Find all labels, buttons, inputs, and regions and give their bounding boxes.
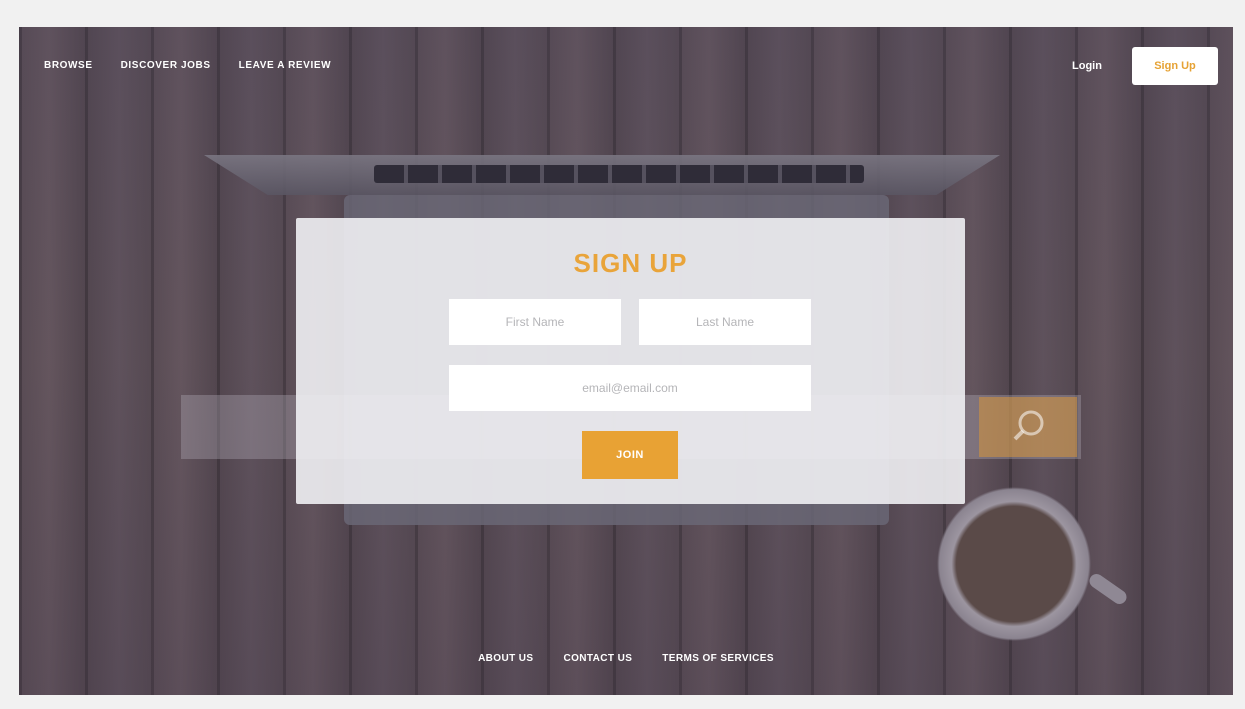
signup-title: SIGN UP — [573, 248, 688, 278]
signup-modal: SIGN UP JOIN — [296, 218, 965, 504]
footer-links: ABOUT US CONTACT US TERMS OF SERVICES — [19, 653, 1233, 664]
login-link[interactable]: Login — [1072, 60, 1102, 72]
laptop-keyboard-image — [374, 165, 864, 183]
footer-link-contact-us[interactable]: CONTACT US — [563, 653, 632, 664]
nav-links: BROWSE DISCOVER JOBS LEAVE A REVIEW — [44, 60, 331, 71]
footer-link-terms-of-services[interactable]: TERMS OF SERVICES — [662, 653, 774, 664]
footer-link-about-us[interactable]: ABOUT US — [478, 653, 533, 664]
signup-button[interactable]: Sign Up — [1132, 47, 1218, 85]
nav-link-leave-a-review[interactable]: LEAVE A REVIEW — [239, 60, 331, 71]
search-icon — [1013, 410, 1044, 441]
top-navigation: BROWSE DISCOVER JOBS LEAVE A REVIEW Logi… — [19, 27, 1233, 107]
first-name-field[interactable] — [449, 299, 621, 345]
hero-frame: BROWSE DISCOVER JOBS LEAVE A REVIEW Logi… — [19, 27, 1233, 695]
background-search-button — [979, 397, 1077, 457]
nav-link-browse[interactable]: BROWSE — [44, 60, 93, 71]
last-name-field[interactable] — [639, 299, 811, 345]
nav-link-discover-jobs[interactable]: DISCOVER JOBS — [121, 60, 211, 71]
coffee-cup-image — [929, 479, 1099, 649]
join-button[interactable]: JOIN — [582, 431, 678, 479]
email-field[interactable] — [449, 365, 811, 411]
